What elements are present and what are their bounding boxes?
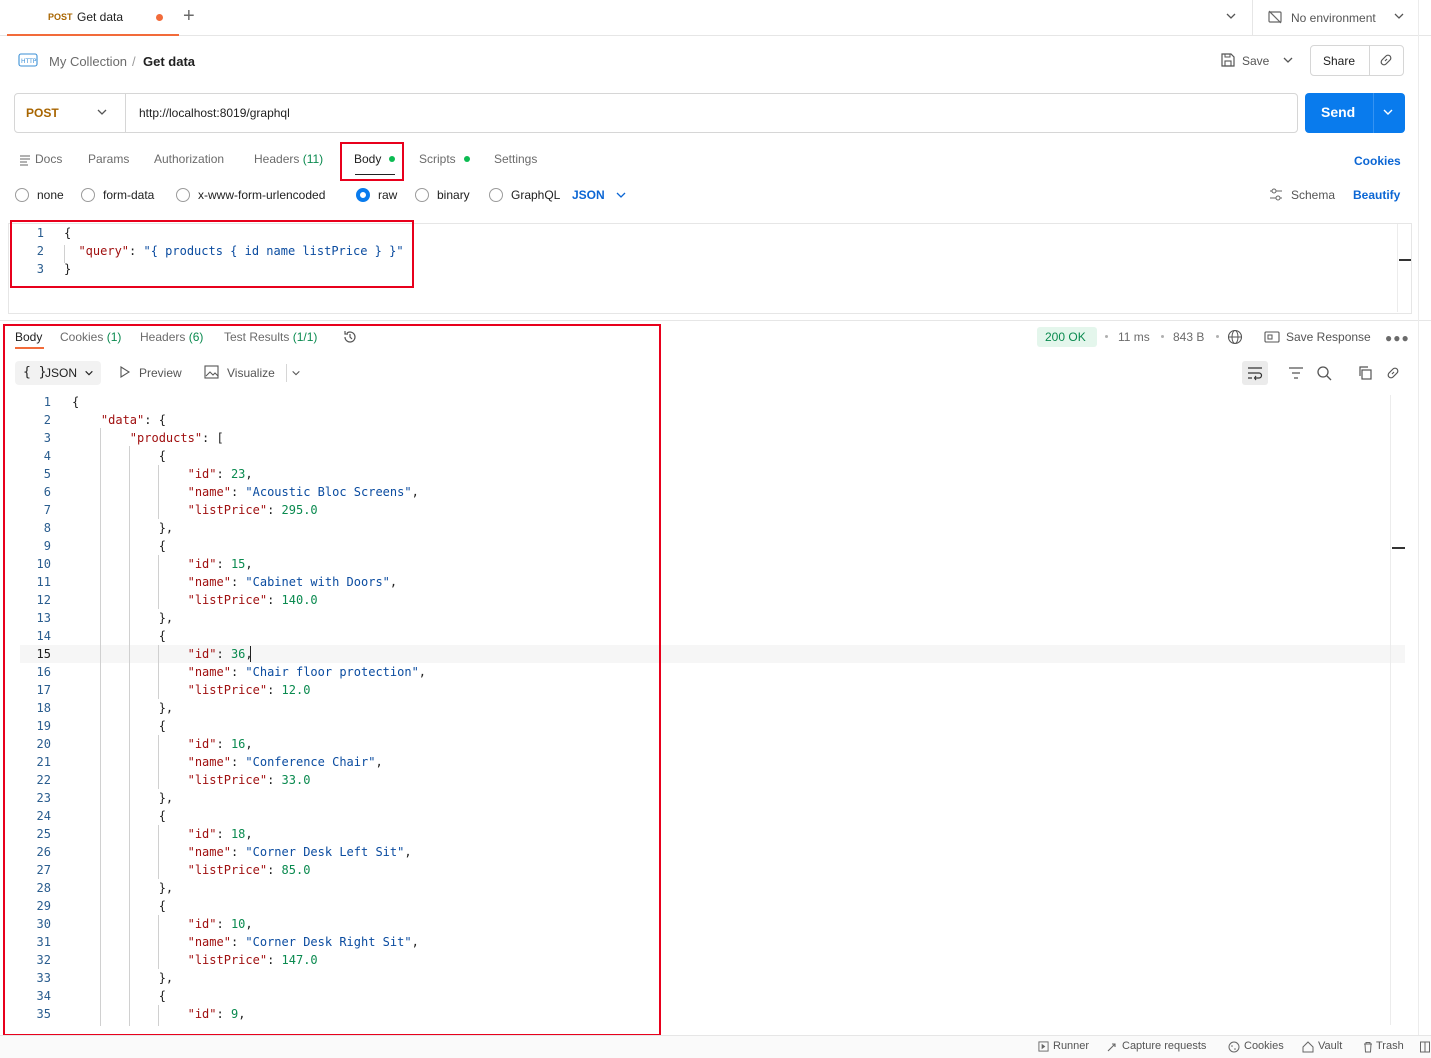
tab-headers-count: (11)	[302, 152, 324, 166]
radio-form-data-label[interactable]: form-data	[103, 188, 154, 202]
environment-divider	[1252, 0, 1253, 36]
meta-separator-dot	[1216, 335, 1219, 338]
environment-selector[interactable]: No environment	[1291, 11, 1376, 25]
radio-urlencoded-label[interactable]: x-www-form-urlencoded	[198, 188, 325, 202]
radio-form-data[interactable]	[81, 188, 95, 202]
breadcrumb-collection[interactable]: My Collection	[49, 54, 127, 69]
tab-method: POST	[48, 12, 73, 22]
tab-docs[interactable]: Docs	[35, 152, 62, 166]
trash-button[interactable]: Trash	[1376, 1040, 1404, 1052]
radio-none[interactable]	[15, 188, 29, 202]
response-link-icon[interactable]	[1385, 365, 1401, 384]
request-editor-scrollbar[interactable]	[1397, 224, 1411, 312]
save-label[interactable]: Save	[1242, 54, 1269, 68]
send-chevron-down-icon[interactable]	[1382, 106, 1394, 121]
status-bar	[0, 1035, 1431, 1058]
request-response-divider[interactable]	[0, 320, 1431, 321]
schema-icon	[1268, 187, 1284, 206]
wrap-lines-icon	[1246, 365, 1264, 384]
copy-link-icon[interactable]	[1378, 52, 1394, 71]
unsaved-indicator	[156, 14, 163, 21]
share-label[interactable]: Share	[1323, 54, 1355, 68]
request-scroll-marker	[1399, 259, 1411, 261]
environment-chevron-down-icon[interactable]	[1393, 10, 1405, 25]
save-response-icon	[1264, 330, 1280, 347]
tab-title[interactable]: Get data	[77, 10, 123, 24]
new-tab-plus-icon[interactable]: +	[183, 6, 195, 26]
tab-headers-label: Headers	[254, 152, 300, 166]
trash-icon	[1362, 1041, 1374, 1056]
tabs-chevron-down-icon[interactable]	[1225, 10, 1237, 25]
radio-raw-label[interactable]: raw	[378, 188, 397, 202]
save-icon	[1220, 52, 1236, 71]
status-code: 200 OK	[1045, 330, 1086, 344]
scripts-active-dot	[464, 156, 470, 162]
request-tab-bar	[0, 0, 1431, 36]
docs-icon	[19, 154, 31, 169]
send-divider	[1373, 93, 1374, 133]
tab-settings[interactable]: Settings	[494, 152, 537, 166]
globe-icon[interactable]	[1227, 329, 1243, 348]
runner-icon	[1038, 1041, 1049, 1055]
radio-none-label[interactable]: none	[37, 188, 64, 202]
response-time[interactable]: 11 ms	[1118, 330, 1150, 344]
response-highlight	[3, 324, 661, 1036]
right-panel-edge	[1418, 0, 1419, 1035]
method-chevron-down-icon[interactable]	[96, 106, 108, 121]
radio-raw[interactable]	[356, 188, 370, 202]
raw-format-chevron-down-icon[interactable]	[615, 189, 627, 204]
save-chevron-down-icon[interactable]	[1282, 54, 1294, 69]
filter-icon[interactable]	[1288, 366, 1304, 383]
meta-separator-dot	[1105, 335, 1108, 338]
raw-format-select[interactable]: JSON	[572, 188, 605, 202]
radio-graphql[interactable]	[489, 188, 503, 202]
radio-binary-label[interactable]: binary	[437, 188, 470, 202]
request-body-highlight	[10, 220, 414, 288]
cookie-icon	[1228, 1041, 1240, 1056]
layout-toggle-icon[interactable]	[1420, 1041, 1430, 1056]
url-divider	[125, 94, 126, 132]
cookies-link[interactable]: Cookies	[1354, 154, 1401, 168]
response-size[interactable]: 843 B	[1173, 330, 1204, 344]
share-divider	[1369, 45, 1370, 76]
meta-separator-dot	[1161, 335, 1164, 338]
copy-icon[interactable]	[1357, 365, 1373, 384]
radio-graphql-label[interactable]: GraphQL	[511, 188, 560, 202]
tab-params[interactable]: Params	[88, 152, 129, 166]
response-editor-scrollbar[interactable]	[1390, 395, 1406, 1025]
runner-button[interactable]: Runner	[1053, 1040, 1089, 1052]
tab-headers[interactable]: Headers (11)	[254, 152, 323, 166]
tab-authorization[interactable]: Authorization	[154, 152, 224, 166]
schema-button[interactable]: Schema	[1291, 188, 1335, 202]
http-icon: HTTP	[18, 52, 38, 71]
beautify-button[interactable]: Beautify	[1353, 188, 1400, 202]
breadcrumb-separator: /	[132, 54, 136, 69]
tab-scripts[interactable]: Scripts	[419, 152, 456, 166]
radio-urlencoded[interactable]	[176, 188, 190, 202]
radio-binary[interactable]	[415, 188, 429, 202]
capture-requests-button[interactable]: Capture requests	[1122, 1040, 1206, 1052]
vault-button[interactable]: Vault	[1318, 1040, 1342, 1052]
body-tab-highlight	[340, 142, 404, 181]
save-response-button[interactable]: Save Response	[1286, 330, 1371, 344]
method-select[interactable]: POST	[26, 106, 59, 120]
footer-cookies-button[interactable]: Cookies	[1244, 1040, 1284, 1052]
capture-requests-icon	[1106, 1041, 1118, 1056]
vault-icon	[1302, 1041, 1314, 1056]
svg-text:HTTP: HTTP	[21, 58, 37, 65]
url-input[interactable]: http://localhost:8019/graphql	[139, 106, 290, 120]
more-options-icon[interactable]: ●●●	[1385, 331, 1410, 345]
response-scroll-marker	[1392, 547, 1405, 549]
breadcrumb-request[interactable]: Get data	[143, 54, 195, 69]
send-label[interactable]: Send	[1321, 104, 1355, 120]
search-icon[interactable]	[1316, 365, 1332, 384]
no-environment-icon	[1267, 9, 1283, 28]
